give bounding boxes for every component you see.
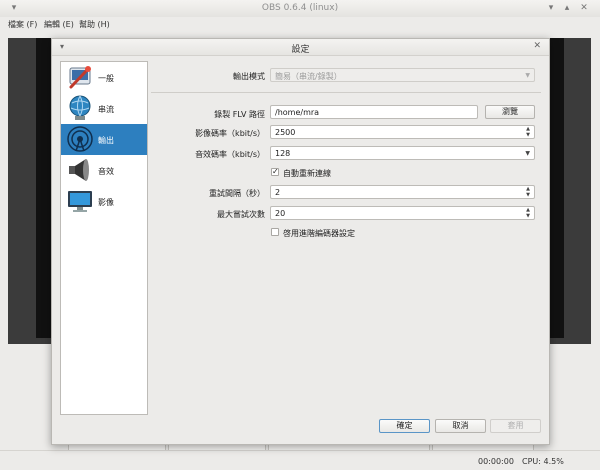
sidebar-item-video[interactable]: 影像	[61, 186, 147, 217]
dialog-titlebar: ▾ 設定 ✕	[52, 39, 549, 56]
sidebar-item-label: 影像	[98, 198, 114, 207]
sidebar-item-general[interactable]: 一般	[61, 62, 147, 93]
audio-bitrate-value: 128	[275, 149, 291, 158]
recording-path-value: /home/mra	[275, 108, 320, 117]
menu-help[interactable]: 幫助 (H)	[79, 19, 110, 30]
video-bitrate-value: 2500	[275, 128, 296, 137]
menubar: 檔案 (F) 編輯 (E) 幫助 (H)	[0, 17, 600, 31]
main-titlebar: ▾ OBS 0.6.4 (linux) ▾ ▴ ✕	[0, 0, 600, 18]
video-bitrate-label: 影像碼率（kbit/s）	[195, 129, 265, 138]
chevron-down-icon: ▼	[525, 150, 530, 157]
audio-bitrate-label: 音效碼率（kbit/s）	[195, 150, 265, 159]
menu-file[interactable]: 檔案 (F)	[8, 19, 37, 30]
close-button[interactable]: ✕	[578, 3, 590, 13]
sidebar-item-output[interactable]: 輸出	[61, 124, 147, 155]
advanced-encoder-checkbox[interactable]	[271, 228, 279, 236]
status-time: 00:00:00	[478, 457, 514, 466]
retry-delay-value: 2	[275, 188, 281, 197]
sidebar-item-stream[interactable]: 串流	[61, 93, 147, 124]
retry-delay-label: 重試間隔（秒）	[209, 189, 265, 198]
recording-path-input[interactable]: /home/mra	[270, 105, 478, 119]
statusbar: 00:00:00 CPU: 4.5%	[0, 450, 600, 470]
max-retries-value: 20	[275, 209, 286, 218]
dialog-title: 設定	[291, 45, 310, 55]
checkmark-icon: ✓	[272, 167, 279, 176]
auto-reconnect-checkbox[interactable]: ✓	[271, 167, 279, 176]
retry-delay-spinbox[interactable]: 2 ▲ ▼	[270, 185, 535, 199]
auto-reconnect-label: 自動重新連線	[283, 169, 331, 178]
audio-bitrate-select[interactable]: 128 ▼	[270, 146, 535, 160]
spin-arrows-icon[interactable]: ▲ ▼	[524, 207, 532, 219]
output-mode-select[interactable]: 簡易（串流/錄製） ▼	[270, 68, 535, 82]
maximize-button[interactable]: ▴	[561, 3, 573, 13]
output-broadcast-icon	[67, 126, 93, 152]
minimize-button[interactable]: ▾	[545, 3, 557, 13]
general-settings-icon	[69, 66, 91, 89]
ok-button[interactable]: 確定	[379, 419, 430, 433]
separator	[151, 92, 541, 93]
max-retries-label: 最大嘗試次數	[217, 210, 265, 219]
chevron-down-icon: ▼	[525, 72, 530, 79]
window-title: OBS 0.6.4 (linux)	[261, 3, 339, 13]
monitor-icon	[68, 191, 92, 212]
stream-globe-icon	[69, 95, 91, 120]
max-retries-spinbox[interactable]: 20 ▲ ▼	[270, 206, 535, 220]
apply-button[interactable]: 套用	[490, 419, 541, 433]
speaker-icon	[69, 159, 89, 181]
spin-arrows-icon[interactable]: ▲ ▼	[524, 126, 532, 138]
sidebar-item-audio[interactable]: 音效	[61, 155, 147, 186]
spin-arrows-icon[interactable]: ▲ ▼	[524, 186, 532, 198]
output-mode-value: 簡易（串流/錄製）	[275, 72, 342, 81]
advanced-encoder-label: 啓用進階編碼器設定	[283, 229, 355, 238]
recording-path-label: 錄製 FLV 路徑	[214, 110, 265, 119]
settings-sidebar: 一般 串流 輸出 音效 影像	[60, 61, 148, 415]
sidebar-item-label: 輸出	[98, 136, 114, 145]
browse-button[interactable]: 瀏覽	[485, 105, 535, 119]
sidebar-item-label: 串流	[98, 105, 114, 114]
sidebar-item-label: 一般	[98, 74, 114, 83]
sidebar-item-label: 音效	[98, 167, 114, 176]
status-cpu: CPU: 4.5%	[522, 457, 564, 466]
menu-edit[interactable]: 編輯 (E)	[44, 19, 74, 30]
settings-dialog: ▾ 設定 ✕ 一般 串流 輸出 音效 影像 輸出模式 簡易（串流/錄製） ▼ 錄…	[51, 38, 550, 445]
output-mode-label: 輸出模式	[233, 72, 265, 81]
video-bitrate-spinbox[interactable]: 2500 ▲ ▼	[270, 125, 535, 139]
dialog-close-button[interactable]: ✕	[533, 41, 541, 51]
cancel-button[interactable]: 取消	[435, 419, 486, 433]
